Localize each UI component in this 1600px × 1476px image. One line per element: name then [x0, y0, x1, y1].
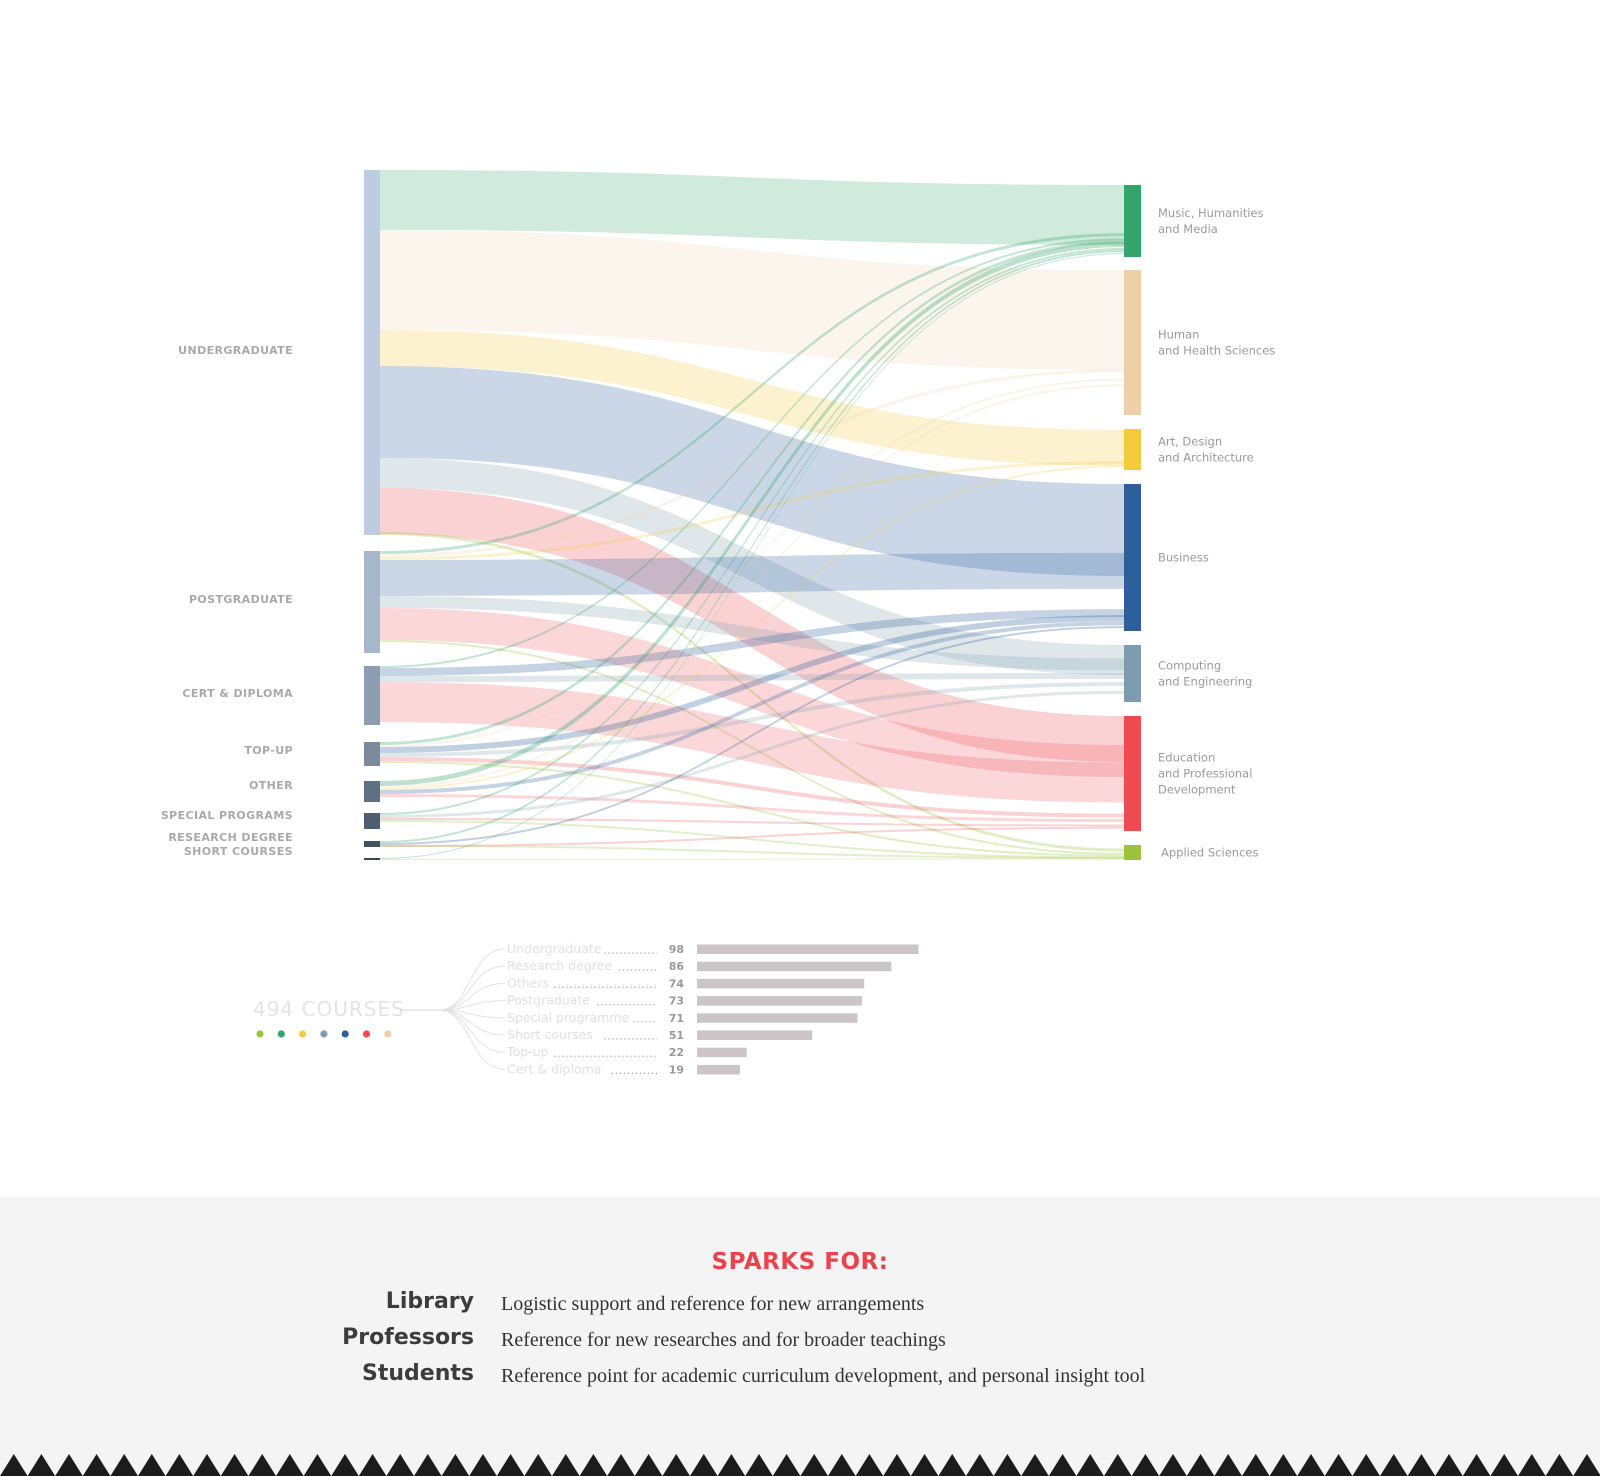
role-description: Reference for new researches and for bro… — [501, 1329, 946, 1351]
footer-row-students: Students Reference point for academic cu… — [0, 1361, 1600, 1397]
bar-category-label: Postgraduate — [507, 993, 590, 1008]
target-label: Education and Professional Development — [1158, 751, 1252, 797]
footer-row-library: Library Logistic support and reference f… — [0, 1289, 1600, 1325]
bar-value-label: 22 — [669, 1046, 684, 1059]
source-label: TOP-UP — [244, 744, 293, 757]
bar — [697, 978, 865, 989]
bar — [697, 1047, 747, 1058]
bar-value-label: 86 — [669, 960, 685, 973]
bar-value-label: 73 — [669, 995, 684, 1008]
bar-category-label: Short courses — [507, 1027, 593, 1042]
legend-dot — [299, 1030, 307, 1038]
bar-category-label: Others — [507, 975, 549, 990]
zigzag-border — [0, 1454, 1600, 1476]
course-summary: 494 COURSES Undergraduate 98 Research degre… — [253, 941, 919, 1076]
fan-line — [439, 1009, 506, 1053]
bar-category-label: Cert & diploma — [507, 1061, 601, 1076]
target-node — [1124, 185, 1141, 257]
source-label: POSTGRADUATE — [189, 593, 293, 606]
source-label: UNDERGRADUATE — [178, 344, 293, 357]
bar-value-label: 19 — [669, 1063, 684, 1076]
legend-dot — [256, 1030, 264, 1038]
sankey-chart: UNDERGRADUATE POSTGRADUATE CERT & DIPLOMA T… — [161, 170, 1275, 1076]
source-label: SPECIAL PROGRAMS — [161, 809, 293, 822]
target-node — [1124, 484, 1141, 631]
bar-value-label: 74 — [669, 977, 685, 990]
source-node — [364, 170, 380, 535]
role-description: Reference point for academic curriculum … — [501, 1365, 1146, 1387]
bar — [697, 1064, 740, 1075]
target-label: Human and Health Sciences — [1158, 328, 1275, 358]
target-label: Computing and Engineering — [1158, 659, 1252, 689]
target-label: Business — [1158, 551, 1209, 565]
target-node — [1124, 645, 1141, 702]
flow-link — [380, 552, 1124, 596]
target-label: Music, Humanities and Media — [1158, 206, 1263, 236]
bar-category-label: Undergraduate — [507, 941, 602, 956]
bar — [697, 944, 919, 954]
source-node — [364, 858, 380, 860]
legend-dot — [277, 1030, 285, 1038]
bar-value-label: 51 — [669, 1029, 684, 1042]
source-node — [364, 742, 380, 766]
bar-category-label: Special programme — [507, 1010, 630, 1025]
sparks-footer: SPARKS FOR: Library Logistic support and… — [0, 1197, 1600, 1476]
bar-value-label: 98 — [669, 943, 684, 956]
target-node — [1124, 270, 1141, 415]
source-node — [364, 841, 380, 847]
target-node — [1124, 716, 1141, 831]
fan-line — [439, 1009, 506, 1036]
source-node — [364, 666, 380, 725]
role-label: Students — [362, 1361, 474, 1386]
bar-category-label: Research degree — [507, 958, 612, 973]
target-node — [1124, 845, 1141, 860]
source-label: SHORT COURSES — [184, 845, 293, 858]
role-label: Library — [385, 1289, 474, 1314]
footer-title: SPARKS FOR: — [711, 1249, 889, 1275]
bar-value-label: 71 — [669, 1012, 684, 1025]
bar — [697, 1013, 858, 1023]
legend-dot — [362, 1030, 371, 1038]
bar — [697, 961, 892, 972]
source-label: CERT & DIPLOMA — [182, 687, 293, 700]
role-description: Logistic support and reference for new a… — [501, 1293, 925, 1315]
target-label: Art, Design and Architecture — [1158, 435, 1254, 465]
legend-dot — [320, 1030, 328, 1038]
source-node — [364, 813, 380, 829]
bar-category-label: Top-up — [506, 1044, 549, 1059]
source-node — [364, 551, 380, 653]
fan-line — [439, 965, 506, 1011]
target-node — [1124, 429, 1141, 470]
flow-links — [380, 170, 1124, 860]
bar — [697, 996, 862, 1006]
fan-line — [439, 982, 506, 1011]
source-node — [364, 781, 380, 802]
legend-dot — [384, 1030, 392, 1038]
footer-row-professors: Professors Reference for new researches … — [0, 1325, 1600, 1361]
source-label: OTHER — [249, 779, 293, 792]
bar — [697, 1030, 813, 1040]
source-label: RESEARCH DEGREE — [168, 831, 293, 844]
total-courses-label: 494 COURSES — [253, 997, 405, 1021]
flow-link — [380, 858, 1124, 860]
role-label: Professors — [342, 1325, 474, 1350]
target-label: Applied Sciences — [1161, 846, 1258, 860]
fan-line — [439, 1009, 506, 1070]
legend-dot — [341, 1030, 349, 1038]
